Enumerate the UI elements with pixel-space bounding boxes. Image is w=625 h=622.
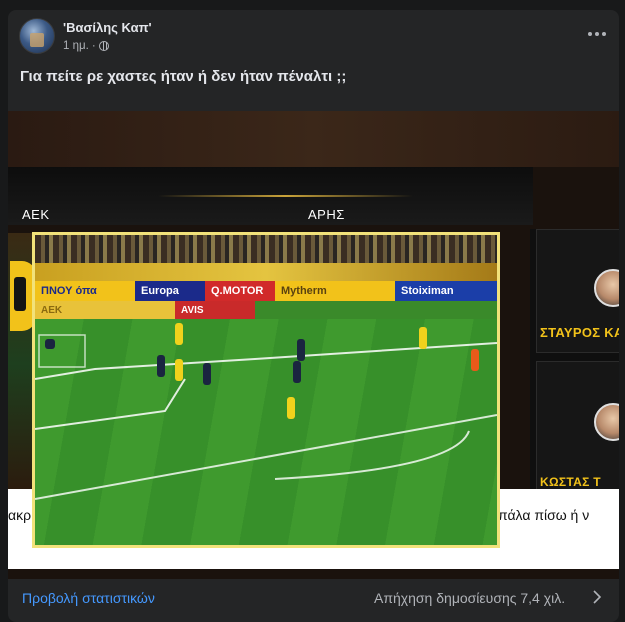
post-text: Για πείτε ρε χαστες ήταν ή δεν ήταν πένα… (20, 68, 347, 85)
replay-clip: ΠΝΟΥ όπα Europa Q.MOTOR Mytherm Stoixima… (32, 232, 500, 548)
ad-board: ΑΕΚ (35, 301, 175, 319)
player (293, 361, 301, 383)
pitch (35, 319, 497, 545)
player (287, 397, 295, 419)
player (175, 323, 183, 345)
globe-icon (98, 41, 109, 51)
ad-board: Stoiximan (395, 281, 497, 301)
pundit-panel: ΣΤΑΥΡΟΣ ΚΑΖ ΚΩΣΤΑΣ Τ (530, 229, 619, 493)
subtitle-right: πάλα πίσω ή ν (498, 507, 590, 523)
mute-icon[interactable] (588, 547, 606, 565)
ad-board: AVIS (175, 301, 255, 319)
avatar[interactable] (19, 18, 55, 54)
chevron-right-icon[interactable] (592, 590, 602, 604)
pundit-name-2: ΚΩΣΤΑΣ Τ (540, 475, 601, 489)
player (175, 359, 183, 381)
author-name[interactable]: 'Βασίλης Καπ' (63, 20, 152, 35)
goalkeeper (45, 339, 55, 349)
post-meta: 1 ημ. · (63, 40, 109, 52)
more-options-icon[interactable] (585, 24, 609, 44)
ad-board: ΠΝΟΥ όπα (35, 281, 135, 301)
pundit-name-1: ΣΤΑΥΡΟΣ ΚΑΖ (540, 325, 619, 340)
player (157, 355, 165, 377)
team-right-label: ΑΡΗΣ (308, 207, 345, 222)
team-left-label: ΑΕΚ (22, 207, 50, 222)
stats-link[interactable]: Προβολή στατιστικών (22, 590, 155, 606)
video-player[interactable]: ΑΕΚ ΑΡΗΣ ΣΤΑΥΡΟΣ ΚΑΖ ΚΩΣΤΑΣ Τ ακρ πάλα π… (8, 111, 619, 579)
ad-board: Europa (135, 281, 205, 301)
reach-text[interactable]: Απήχηση δημοσίευσης 7,4 χιλ. (374, 590, 565, 606)
post-header: 'Βασίλης Καπ' 1 ημ. · (8, 10, 619, 62)
player (419, 327, 427, 349)
referee (471, 349, 479, 371)
ad-board: Mytherm (275, 281, 395, 301)
pitch-lines (35, 334, 497, 500)
video-backdrop (8, 111, 619, 167)
gold-divider (158, 195, 413, 197)
ad-board: Q.MOTOR (205, 281, 275, 301)
post-card: 'Βασίλης Καπ' 1 ημ. · Για πείτε ρε χαστε… (8, 10, 619, 622)
player (203, 363, 211, 385)
subtitle-left: ακρ (8, 507, 32, 523)
meta-separator: · (91, 40, 96, 52)
post-time[interactable]: 1 ημ. (63, 40, 89, 52)
stand (35, 263, 497, 283)
player (297, 339, 305, 361)
